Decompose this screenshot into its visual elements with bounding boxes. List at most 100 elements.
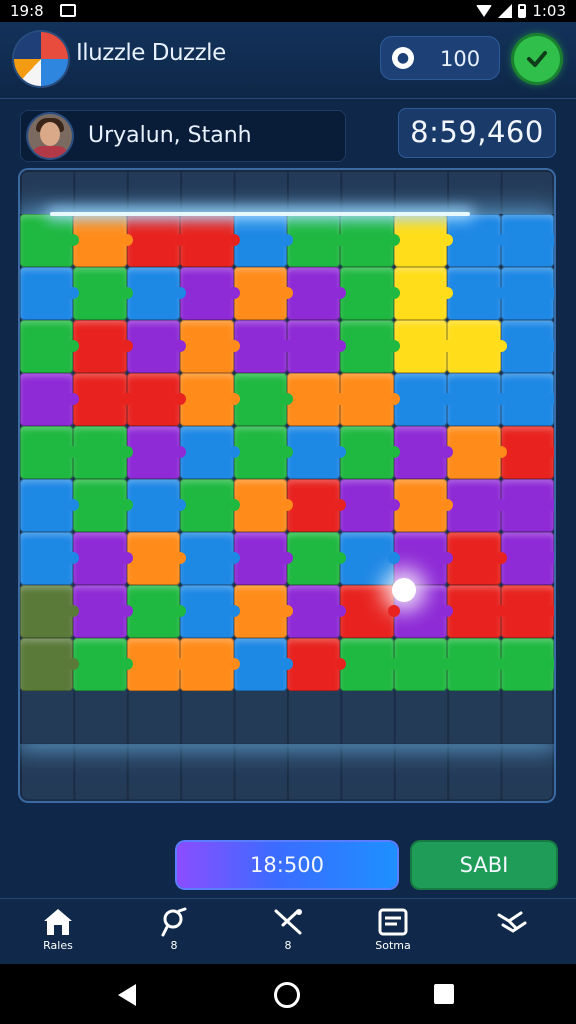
puzzle-piece[interactable] — [287, 585, 347, 638]
empty-slot[interactable] — [340, 691, 393, 744]
puzzle-piece[interactable] — [20, 214, 80, 267]
puzzle-piece[interactable] — [393, 320, 454, 373]
empty-slot[interactable] — [73, 691, 126, 744]
puzzle-piece[interactable] — [180, 638, 241, 691]
puzzle-piece[interactable] — [287, 214, 347, 267]
puzzle-piece[interactable] — [180, 214, 241, 267]
puzzle-piece[interactable] — [20, 373, 80, 426]
home-circle-icon[interactable] — [274, 982, 300, 1008]
puzzle-piece[interactable] — [287, 426, 347, 479]
puzzle-piece[interactable] — [233, 214, 294, 267]
puzzle-piece[interactable] — [180, 585, 241, 638]
puzzle-piece[interactable] — [73, 479, 134, 532]
puzzle-piece[interactable] — [126, 585, 187, 638]
puzzle-piece[interactable] — [447, 585, 508, 638]
puzzle-piece[interactable] — [126, 214, 187, 267]
puzzle-piece[interactable] — [20, 532, 80, 585]
puzzle-piece[interactable] — [126, 638, 187, 691]
puzzle-piece[interactable] — [180, 532, 241, 585]
puzzle-piece[interactable] — [340, 585, 401, 638]
puzzle-piece[interactable] — [393, 373, 454, 426]
puzzle-piece[interactable] — [500, 426, 554, 479]
puzzle-piece[interactable] — [447, 532, 508, 585]
puzzle-piece[interactable] — [233, 373, 294, 426]
coin-counter[interactable]: ● 100 — [380, 36, 500, 80]
puzzle-piece[interactable] — [20, 426, 80, 479]
empty-slot[interactable] — [287, 691, 340, 744]
save-button[interactable]: SABI — [412, 842, 556, 888]
confirm-button[interactable] — [514, 36, 560, 82]
puzzle-piece[interactable] — [180, 479, 241, 532]
puzzle-piece[interactable] — [340, 638, 401, 691]
puzzle-piece[interactable] — [20, 479, 80, 532]
puzzle-piece[interactable] — [500, 638, 554, 691]
puzzle-piece[interactable] — [447, 320, 508, 373]
puzzle-piece[interactable] — [73, 373, 134, 426]
puzzle-piece[interactable] — [447, 426, 508, 479]
score-button[interactable]: 18:500 — [177, 842, 397, 888]
puzzle-piece[interactable] — [126, 532, 187, 585]
puzzle-piece[interactable] — [73, 532, 134, 585]
player-card[interactable]: Uryalun, Stanh — [20, 110, 346, 162]
puzzle-piece[interactable] — [20, 638, 80, 691]
puzzle-piece[interactable] — [340, 373, 401, 426]
puzzle-board[interactable] — [20, 170, 554, 801]
nav-item-pin[interactable]: 8 — [134, 907, 214, 952]
empty-slot[interactable] — [447, 691, 500, 744]
puzzle-piece[interactable] — [73, 320, 134, 373]
puzzle-piece[interactable] — [340, 320, 401, 373]
puzzle-piece[interactable] — [20, 267, 80, 320]
puzzle-piece[interactable] — [500, 479, 554, 532]
puzzle-piece[interactable] — [393, 532, 454, 585]
puzzle-piece[interactable] — [500, 373, 554, 426]
puzzle-piece[interactable] — [73, 638, 134, 691]
puzzle-piece[interactable] — [20, 585, 80, 638]
puzzle-piece[interactable] — [73, 426, 134, 479]
empty-slot[interactable] — [20, 691, 73, 744]
puzzle-piece[interactable] — [73, 214, 134, 267]
puzzle-piece[interactable] — [393, 426, 454, 479]
puzzle-piece[interactable] — [447, 638, 508, 691]
puzzle-piece[interactable] — [340, 267, 401, 320]
puzzle-piece[interactable] — [73, 585, 134, 638]
puzzle-piece[interactable] — [393, 267, 454, 320]
puzzle-piece[interactable] — [447, 479, 508, 532]
puzzle-piece[interactable] — [500, 214, 554, 267]
nav-item-docs[interactable]: Sotma — [353, 907, 433, 952]
puzzle-piece[interactable] — [393, 214, 454, 267]
puzzle-piece[interactable] — [500, 267, 554, 320]
puzzle-piece[interactable] — [447, 373, 508, 426]
puzzle-piece[interactable] — [340, 214, 401, 267]
empty-slot[interactable] — [127, 691, 180, 744]
puzzle-piece[interactable] — [447, 267, 508, 320]
puzzle-piece[interactable] — [180, 267, 241, 320]
puzzle-piece[interactable] — [393, 638, 454, 691]
puzzle-piece[interactable] — [340, 426, 401, 479]
nav-item-handshake[interactable] — [472, 907, 552, 939]
puzzle-piece[interactable] — [126, 479, 187, 532]
puzzle-piece[interactable] — [126, 426, 187, 479]
puzzle-piece[interactable] — [233, 320, 294, 373]
puzzle-piece[interactable] — [500, 320, 554, 373]
puzzle-piece[interactable] — [233, 638, 294, 691]
nav-item-home[interactable]: Rales — [18, 907, 98, 952]
empty-slot[interactable] — [180, 691, 233, 744]
empty-slot[interactable] — [501, 691, 554, 744]
puzzle-piece[interactable] — [180, 320, 241, 373]
puzzle-piece[interactable] — [340, 532, 401, 585]
puzzle-piece[interactable] — [180, 426, 241, 479]
puzzle-piece[interactable] — [126, 267, 187, 320]
puzzle-piece[interactable] — [233, 585, 294, 638]
empty-slot[interactable] — [234, 691, 287, 744]
puzzle-piece[interactable] — [393, 479, 454, 532]
puzzle-piece[interactable] — [126, 320, 187, 373]
puzzle-piece[interactable] — [233, 532, 294, 585]
empty-slot[interactable] — [394, 691, 447, 744]
puzzle-piece[interactable] — [340, 479, 401, 532]
puzzle-piece[interactable] — [500, 585, 554, 638]
puzzle-piece[interactable] — [180, 373, 241, 426]
nav-item-tools[interactable]: 8 — [248, 907, 328, 952]
puzzle-piece[interactable] — [447, 214, 508, 267]
back-icon[interactable] — [118, 984, 136, 1006]
puzzle-piece[interactable] — [233, 426, 294, 479]
